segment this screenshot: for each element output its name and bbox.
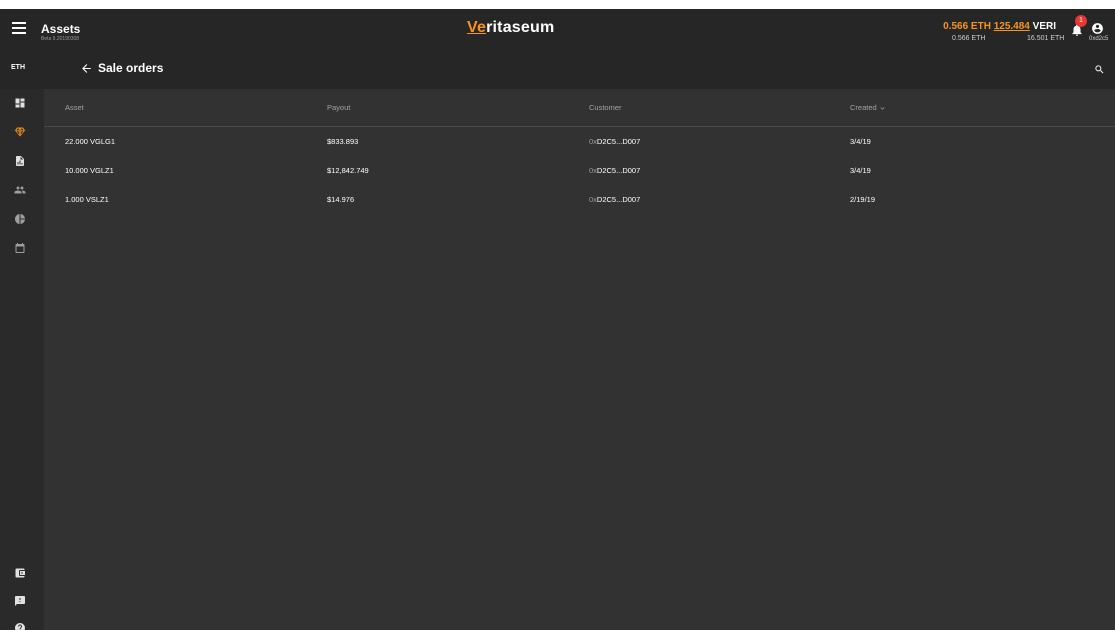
created-cell: 3/4/19 [850,137,871,146]
notification-badge: 1 [1075,15,1087,27]
asset-cell: 10.000 VGLZ1 [65,166,114,175]
report-icon[interactable] [14,155,26,167]
arrow-back-icon[interactable] [80,62,93,75]
wallet-icon[interactable] [14,567,26,579]
payout-cell: $14.976 [327,195,355,204]
app-version: Beta 9.20190308 [41,36,80,42]
app-frame: Assets Beta 9.20190308 Veritaseum 0.566 … [0,9,1115,630]
column-header-payout[interactable]: Payout [327,89,350,127]
customer-address: D2C5...D007 [596,195,641,204]
calendar-icon[interactable] [14,242,26,254]
dashboard-icon[interactable] [14,97,26,109]
asset-cell: 1.000 VSLZ1 [65,195,109,204]
sale-orders-table: Asset Payout Customer Created 22.000 VGL… [44,89,1115,214]
feedback-icon[interactable] [14,595,26,607]
eth-balance-sub: 0.566 ETH [952,35,986,42]
page-title: Sale orders [98,61,164,75]
column-header-customer[interactable]: Customer [589,89,622,127]
brand-logo[interactable]: Veritaseum [467,19,554,37]
account-address: 0xd2c5 [1089,36,1109,42]
veri-balance-value[interactable]: 125.484 [994,21,1030,32]
table-header: Asset Payout Customer Created [44,89,1115,127]
sub-header: ETH Sale orders [0,49,1115,89]
customer-prefix: 0x [589,195,597,204]
app-title: Assets [41,22,81,36]
veri-balance-unit: VERI [1032,21,1056,32]
diamond-icon[interactable] [14,126,26,138]
table-row[interactable]: 1.000 VSLZ1 $14.976 0xD2C5...D007 2/19/1… [44,185,1115,214]
customer-cell[interactable]: 0xD2C5...D007 [589,127,640,156]
brand-prefix: Ve [467,19,487,36]
customer-address: D2C5...D007 [596,137,641,146]
sidebar [0,89,44,630]
customer-cell[interactable]: 0xD2C5...D007 [589,156,640,185]
column-header-created[interactable]: Created [850,89,885,127]
veri-balance-eth: 16.501 ETH [1027,35,1065,42]
eth-balance: 0.566 ETH [943,21,991,32]
people-icon[interactable] [14,184,26,196]
sort-down-icon [880,106,885,110]
column-header-asset[interactable]: Asset [65,89,84,127]
customer-prefix: 0x [589,166,597,175]
search-icon[interactable] [1094,64,1105,75]
column-header-created-label: Created [850,103,877,112]
created-cell: 2/19/19 [850,195,876,204]
table-row[interactable]: 10.000 VGLZ1 $12,842.749 0xD2C5...D007 3… [44,156,1115,185]
payout-cell: $12,842.749 [327,166,369,175]
customer-address: D2C5...D007 [596,166,641,175]
created-cell: 3/4/19 [850,166,871,175]
payout-cell: $833.893 [327,137,359,146]
customer-prefix: 0x [589,137,597,146]
customer-cell[interactable]: 0xD2C5...D007 [589,185,640,214]
network-label[interactable]: ETH [11,64,25,71]
balance-summary: 0.566 ETH 125.484 VERI [943,21,1056,32]
account-icon[interactable] [1091,22,1104,35]
table-row[interactable]: 22.000 VGLG1 $833.893 0xD2C5...D007 3/4/… [44,127,1115,156]
help-icon[interactable] [14,622,26,630]
top-header: Assets Beta 9.20190308 Veritaseum 0.566 … [0,9,1115,49]
asset-cell: 22.000 VGLG1 [65,137,116,146]
brand-suffix: ritaseum [486,19,555,36]
menu-icon[interactable] [12,22,26,34]
pie-chart-icon[interactable] [14,213,26,225]
